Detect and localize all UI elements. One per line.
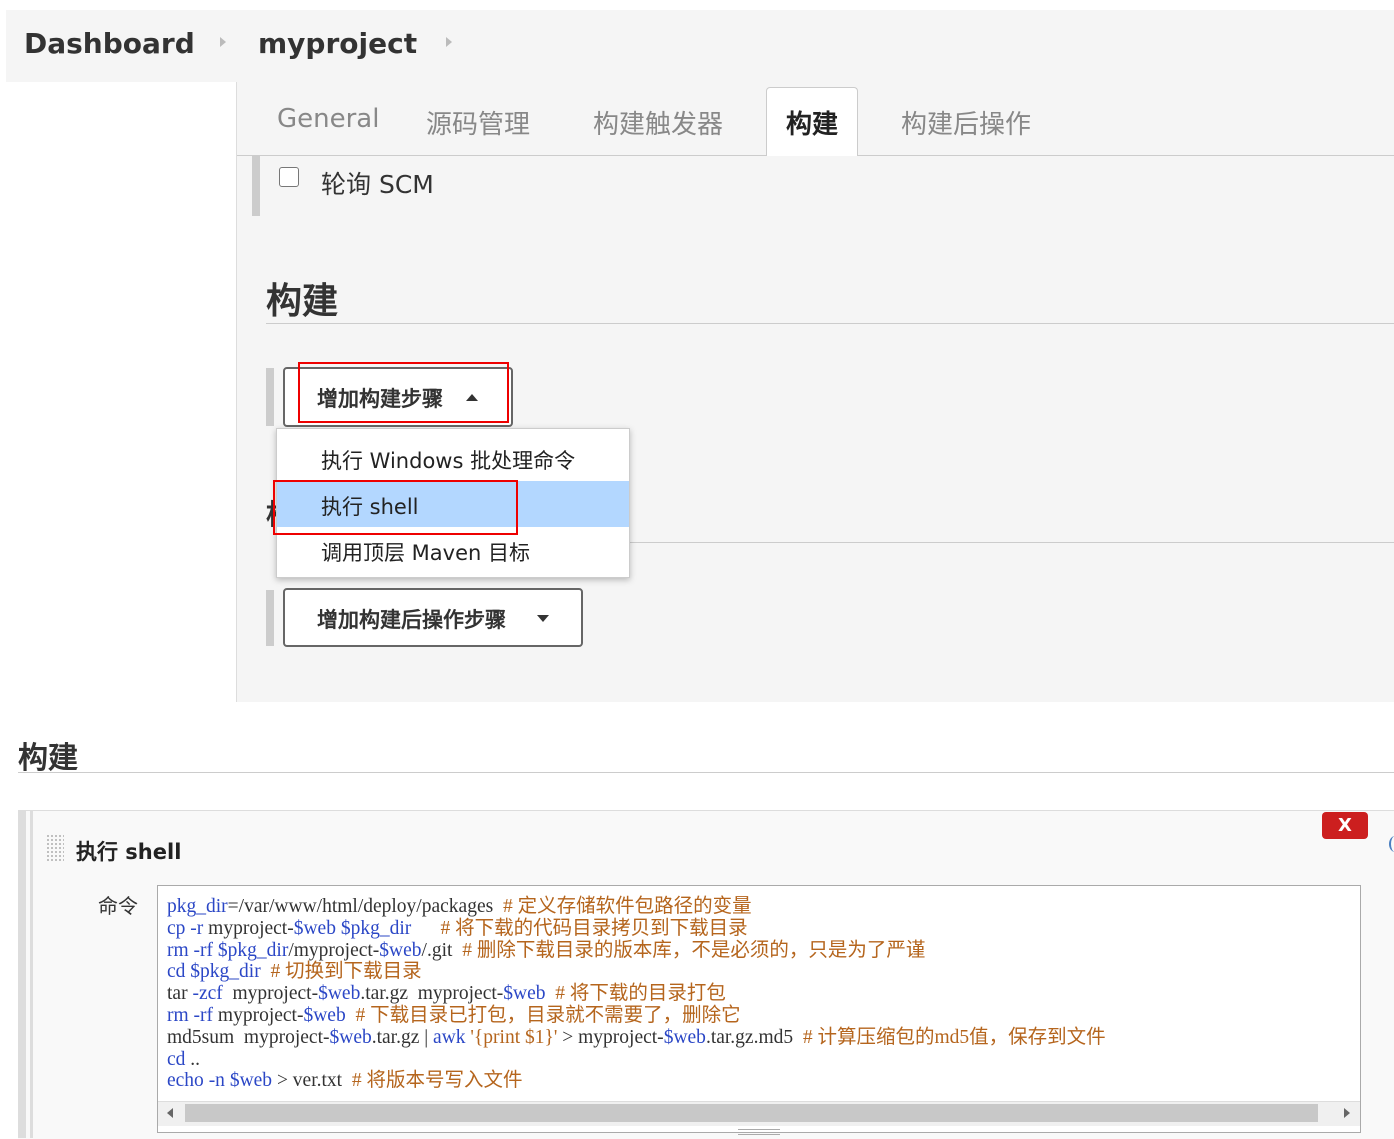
tab-triggers[interactable]: 构建触发器 [593,104,723,141]
section-indent-bar [266,368,274,426]
drag-handle-icon[interactable] [46,834,64,862]
poll-scm-checkbox[interactable] [279,167,299,187]
breadcrumb-myproject[interactable]: myproject [258,27,417,60]
section-indent-bar [18,810,26,1138]
menu-item-label: 执行 Windows 批处理命令 [321,449,576,473]
scroll-right-icon[interactable] [1344,1108,1350,1118]
add-post-build-step-label: 增加构建后操作步骤 [317,608,506,632]
scrollbar-thumb[interactable] [185,1104,1318,1122]
build-section-heading: 构建 [18,741,78,776]
annotation-highlight [298,362,509,423]
section-indent-bar [30,810,33,1138]
command-textarea[interactable]: pkg_dir=/var/www/html/deploy/packages # … [157,885,1361,1133]
divider [266,323,1394,324]
divider [630,542,1394,543]
build-step-title: 执行 shell [76,840,182,864]
scroll-left-icon[interactable] [167,1108,173,1118]
tab-build-label: 构建 [786,110,839,140]
resize-grip-icon[interactable] [738,1129,780,1135]
add-post-build-step-button[interactable]: 增加构建后操作步骤 [283,588,583,647]
chevron-right-icon[interactable] [446,37,452,47]
tab-scm[interactable]: 源码管理 [426,104,530,141]
breadcrumb-dashboard[interactable]: Dashboard [24,27,195,60]
section-indent-bar [252,156,260,216]
build-section-heading: 构建 [266,281,339,322]
tab-build[interactable]: 构建 [766,87,858,156]
poll-scm-label[interactable]: 轮询 SCM [321,165,434,201]
tab-general[interactable]: General [277,104,379,134]
command-code: pkg_dir=/var/www/html/deploy/packages # … [167,896,1106,1092]
help-icon[interactable] [1389,836,1394,852]
section-indent-bar [266,590,274,646]
delete-step-button[interactable]: X [1322,812,1368,839]
command-label: 命令 [98,894,138,918]
chevron-right-icon[interactable] [220,37,226,47]
caret-down-icon [537,615,549,622]
menu-item-label: 调用顶层 Maven 目标 [321,541,530,565]
breadcrumb: Dashboard myproject [6,10,1394,82]
divider [18,772,1394,773]
tab-post-build[interactable]: 构建后操作 [901,104,1031,141]
annotation-highlight [273,480,518,535]
menu-item-windows-batch[interactable]: 执行 Windows 批处理命令 [277,435,629,481]
